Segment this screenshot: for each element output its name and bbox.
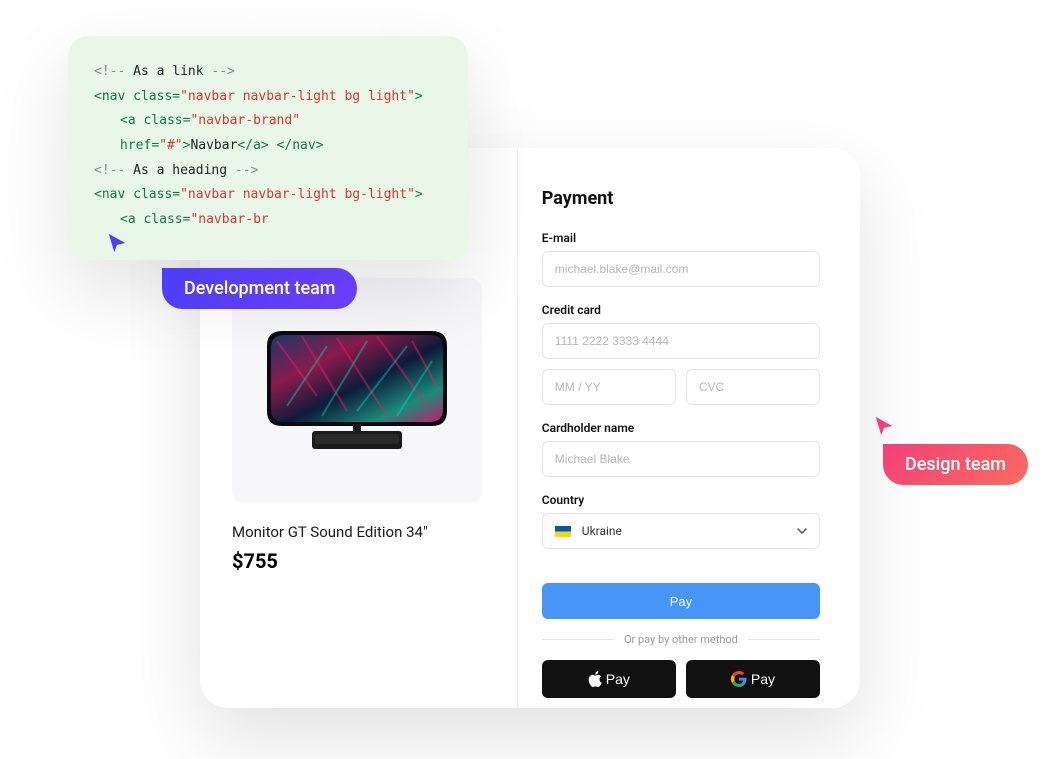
apple-pay-button[interactable]: Pay — [542, 660, 676, 698]
cardholder-field-group: Cardholder name — [542, 421, 820, 477]
google-pay-label: Pay — [751, 671, 775, 687]
code-line-3: <a class="navbar-brand" — [94, 109, 442, 134]
pay-button[interactable]: Pay — [542, 583, 820, 619]
code-line-7: <a class="navbar-br — [94, 208, 442, 233]
apple-pay-label: Pay — [606, 671, 630, 687]
product-name: Monitor GT Sound Edition 34" — [232, 523, 489, 541]
code-panel: <!-- As a link --> <nav class="navbar na… — [68, 36, 468, 260]
design-cursor-icon — [873, 415, 895, 437]
email-input[interactable] — [542, 251, 820, 287]
product-price: $755 — [232, 549, 489, 573]
divider-text: Or pay by other method — [614, 633, 748, 646]
code-line-5: <!-- As a heading --> — [94, 159, 442, 184]
email-field-group: E-mail — [542, 231, 820, 287]
card-number-input[interactable] — [542, 323, 820, 359]
payment-divider: Or pay by other method — [542, 633, 820, 646]
dev-team-badge: Development team — [162, 268, 357, 309]
email-label: E-mail — [542, 231, 820, 245]
code-line-1: <!-- As a link --> — [94, 60, 442, 85]
card-cvc-input[interactable] — [686, 369, 820, 405]
country-label: Country — [542, 493, 820, 507]
google-icon — [731, 671, 747, 687]
apple-icon — [588, 671, 602, 687]
monitor-illustration-icon — [257, 316, 457, 466]
dev-cursor-icon — [106, 232, 128, 254]
country-value: Ukraine — [582, 524, 622, 538]
flag-icon — [555, 526, 571, 537]
code-line-2: <nav class="navbar navbar-light bg light… — [94, 85, 442, 110]
card-field-group: Credit card — [542, 303, 820, 405]
design-team-badge: Design team — [883, 444, 1028, 485]
google-pay-button[interactable]: Pay — [686, 660, 820, 698]
country-value-wrapper: Ukraine — [555, 524, 622, 538]
product-image — [232, 278, 482, 503]
cardholder-label: Cardholder name — [542, 421, 820, 435]
payment-panel: Payment E-mail Credit card Cardholder na… — [517, 148, 860, 708]
country-field-group: Country Ukraine — [542, 493, 820, 549]
code-line-6: <nav class="navbar navbar-light bg-light… — [94, 183, 442, 208]
cardholder-input[interactable] — [542, 441, 820, 477]
alt-pay-row: Pay Pay — [542, 660, 820, 698]
payment-title: Payment — [542, 188, 820, 209]
card-label: Credit card — [542, 303, 820, 317]
chevron-down-icon — [797, 528, 807, 534]
country-select[interactable]: Ukraine — [542, 513, 820, 549]
card-expiry-input[interactable] — [542, 369, 676, 405]
code-line-4: href="#">Navbar</a> </nav> — [94, 134, 442, 159]
